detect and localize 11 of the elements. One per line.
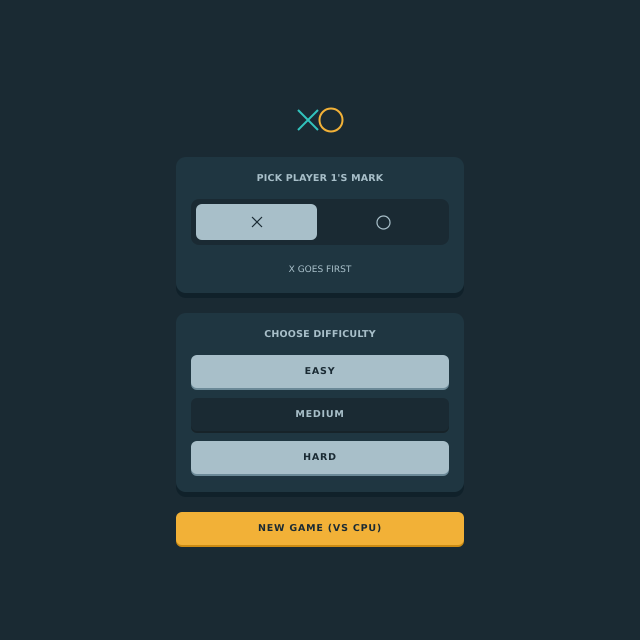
circle-icon (376, 214, 391, 230)
new-game-button[interactable]: NEW GAME (VS CPU) (176, 512, 464, 545)
card-title: CHOOSE DIFFICULTY (264, 329, 376, 340)
logo-icon (296, 107, 344, 133)
x-icon (250, 216, 262, 228)
difficulty-option[interactable]: HARD (191, 441, 449, 474)
difficulty-option[interactable]: EASY (191, 355, 449, 388)
mark-option[interactable] (196, 204, 317, 240)
first-move-note: X GOES FIRST (288, 265, 352, 275)
difficulty-option[interactable]: MEDIUM (191, 398, 449, 431)
card-title: PICK PLAYER 1'S MARK (256, 173, 384, 184)
